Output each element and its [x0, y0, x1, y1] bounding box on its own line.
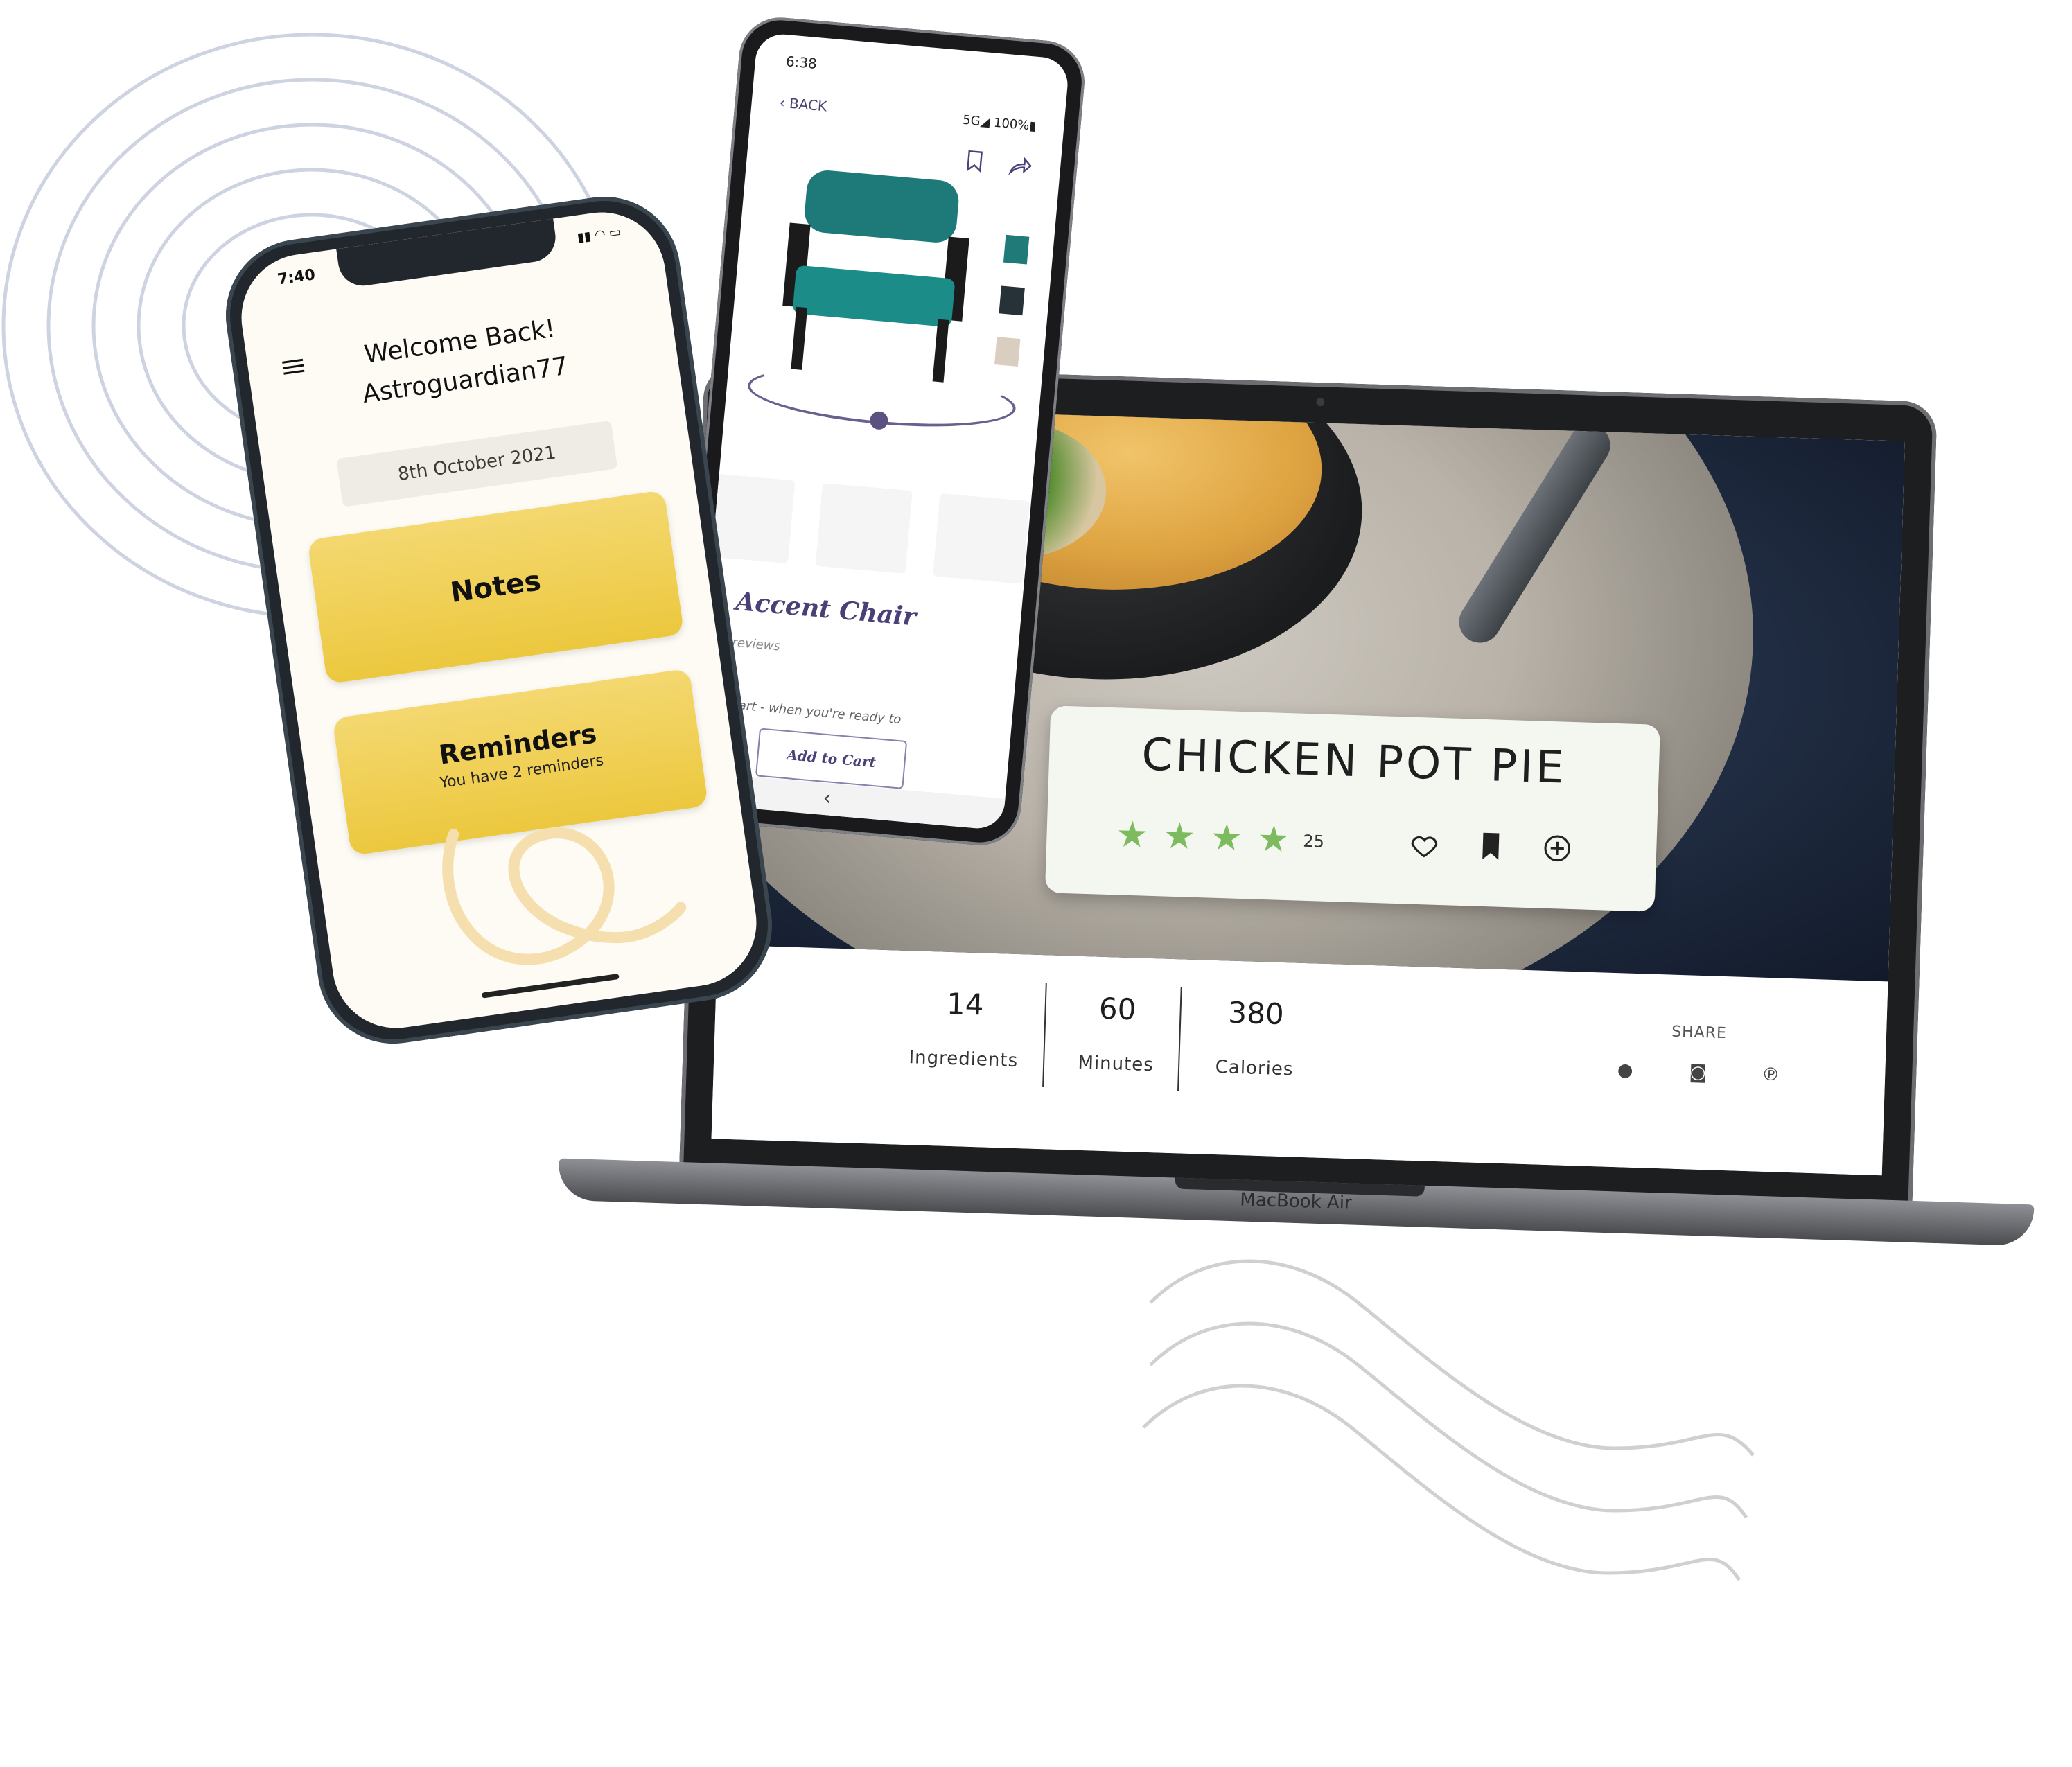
status-time: 6:38 [785, 53, 818, 72]
stat-calories: 380 Calories [1185, 994, 1326, 1081]
stat-label: Calories [1215, 1056, 1294, 1080]
recipe-title: CHICKEN POT PIE [1141, 729, 1568, 794]
back-label: BACK [789, 94, 828, 115]
pinterest-icon[interactable]: ℗ [1760, 1064, 1782, 1086]
color-swatches [994, 234, 1030, 367]
star-icon[interactable]: ★ [1257, 818, 1290, 861]
back-button[interactable]: ‹ BACK [779, 94, 827, 115]
product-description: n art - when you're ready to [726, 697, 902, 728]
recipe-actions [1408, 828, 1574, 865]
heart-icon[interactable] [1408, 828, 1441, 861]
notch [336, 218, 559, 289]
chair-thumbnails [698, 473, 1030, 584]
notes-app-screen: 7:40 ▮▮ ◠ ▭ Welcome Back! Astroguardian7… [233, 204, 765, 1037]
notes-button[interactable]: Notes [307, 490, 685, 685]
share-icons: ● ◙ ℗ [1608, 1060, 1789, 1086]
swatch-charcoal[interactable] [999, 285, 1025, 316]
add-circle-icon[interactable] [1541, 832, 1574, 865]
back-nav-icon[interactable]: ‹ [822, 786, 832, 811]
product-screen: 6:38 ‹ BACK 5G◢ 100%▮ Accent Chair revie… [690, 32, 1070, 831]
chair-image [782, 170, 969, 383]
notes-label: Notes [448, 565, 543, 610]
rating-stars: ★ ★ ★ ★ [1116, 814, 1290, 861]
swatch-beige[interactable] [994, 337, 1021, 367]
star-icon[interactable]: ★ [1163, 815, 1196, 857]
stat-value: 380 [1227, 995, 1285, 1032]
camera [1316, 398, 1325, 407]
product-reviews[interactable]: reviews [732, 635, 781, 654]
share-label: SHARE [1671, 1023, 1728, 1043]
stat-label: Ingredients [908, 1047, 1019, 1072]
facebook-icon[interactable]: ● [1615, 1060, 1636, 1081]
stat-label: Minutes [1078, 1052, 1154, 1076]
recipe-stats: 14 Ingredients 60 Minutes 380 Calories S… [711, 951, 1888, 1176]
recipe-card: CHICKEN POT PIE ★ ★ ★ ★ 25 [1044, 705, 1660, 912]
product-actions [961, 148, 1034, 179]
stat-value: 60 [1098, 991, 1137, 1027]
welcome-text: Welcome Back! Astroguardian77 [246, 293, 680, 430]
chair-thumbnail[interactable] [815, 483, 913, 574]
date-badge: 8th October 2021 [336, 420, 618, 507]
stat-minutes: 60 Minutes [1046, 990, 1188, 1076]
swirl-decoration [442, 827, 687, 965]
star-icon[interactable]: ★ [1116, 814, 1149, 856]
status-indicators: 5G◢ 100%▮ [962, 112, 1037, 134]
swatch-teal[interactable] [1003, 234, 1030, 265]
bookmark-icon[interactable] [961, 148, 988, 175]
status-time: 7:40 [276, 266, 317, 289]
bookmark-icon[interactable] [1475, 830, 1507, 863]
share-section: SHARE ● ◙ ℗ [1608, 1021, 1790, 1086]
chair-thumbnail[interactable] [933, 493, 1030, 584]
product-title: Accent Chair [734, 586, 918, 632]
stat-value: 14 [946, 986, 985, 1022]
star-icon[interactable]: ★ [1210, 817, 1243, 859]
status-icons: ▮▮ ◠ ▭ [576, 225, 622, 245]
stat-ingredients: 14 Ingredients [894, 985, 1035, 1071]
instagram-icon[interactable]: ◙ [1687, 1062, 1709, 1083]
share-icon[interactable] [1007, 152, 1034, 179]
rating-count: 25 [1302, 831, 1325, 852]
